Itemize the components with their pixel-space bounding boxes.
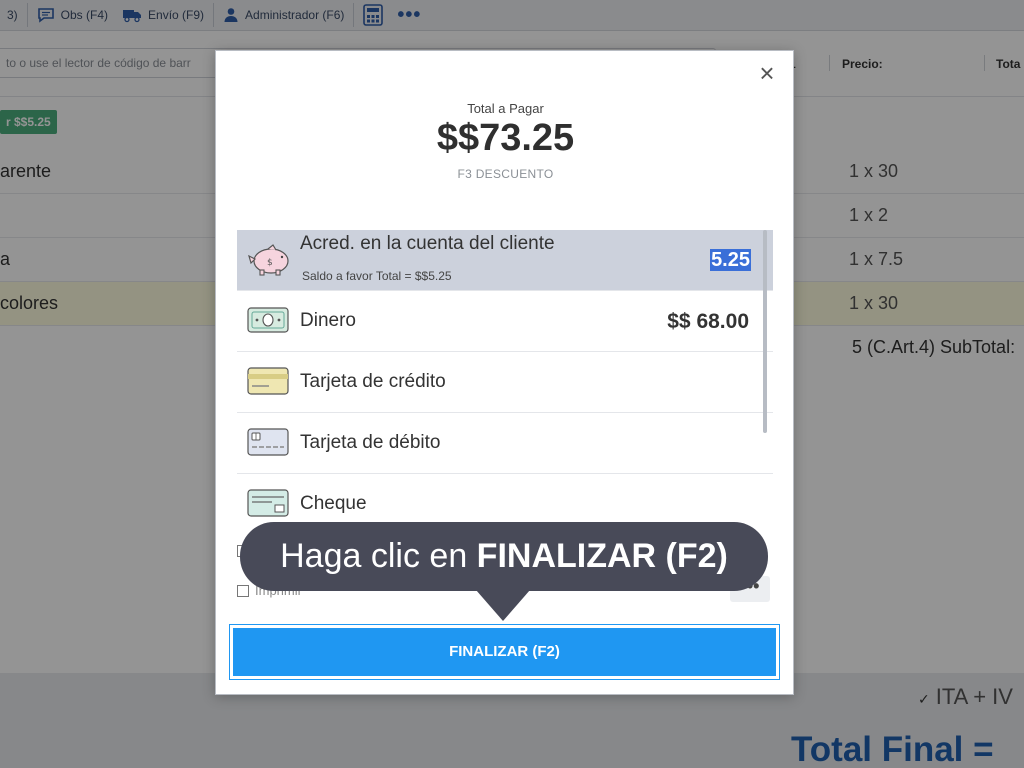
payment-methods-scrollbar[interactable] (763, 230, 767, 433)
payment-method-name: Dinero (300, 310, 356, 331)
close-icon[interactable]: × (754, 60, 780, 87)
payment-methods-list: $ Acred. en la cuenta del cliente Saldo … (237, 230, 773, 520)
cheque-icon (247, 489, 289, 519)
discount-link[interactable]: F3 DESCUENTO (216, 167, 795, 181)
account-credit-amount-input[interactable]: 5.25 (710, 249, 751, 271)
total-to-pay-label: Total a Pagar (467, 101, 544, 116)
tooltip-text-emphasis: FINALIZAR (F2) (476, 537, 728, 575)
debit-card-icon (247, 428, 289, 458)
customer-balance-info: Saldo a favor Total = $$5.25 (302, 269, 452, 283)
tooltip-pointer (476, 590, 530, 621)
piggy-bank-icon: $ (247, 243, 289, 276)
tooltip-text-prefix: Haga clic en (280, 537, 477, 575)
payment-method-cheque[interactable]: Cheque (237, 474, 773, 520)
print-checkbox[interactable] (237, 584, 249, 597)
finalize-button[interactable]: FINALIZAR (F2) (229, 624, 780, 680)
payment-method-name: Cheque (300, 493, 367, 514)
cash-amount[interactable]: $$ 68.00 (667, 310, 749, 334)
payment-method-debit-card[interactable]: Tarjeta de débito (237, 413, 773, 474)
payment-method-account-credit[interactable]: $ Acred. en la cuenta del cliente Saldo … (237, 230, 773, 291)
payment-method-name: Acred. en la cuenta del cliente (300, 233, 555, 254)
payment-method-cash[interactable]: Dinero $$ 68.00 (237, 291, 773, 352)
payment-method-name: Tarjeta de débito (300, 432, 441, 453)
payment-method-name: Tarjeta de crédito (300, 371, 446, 392)
credit-card-icon (247, 367, 289, 397)
payment-method-credit-card[interactable]: Tarjeta de crédito (237, 352, 773, 413)
cash-icon (247, 306, 289, 336)
tutorial-tooltip: Haga clic en FINALIZAR (F2) (240, 522, 768, 591)
svg-text:$: $ (267, 258, 273, 268)
total-to-pay-value: $$73.25 (436, 117, 575, 159)
